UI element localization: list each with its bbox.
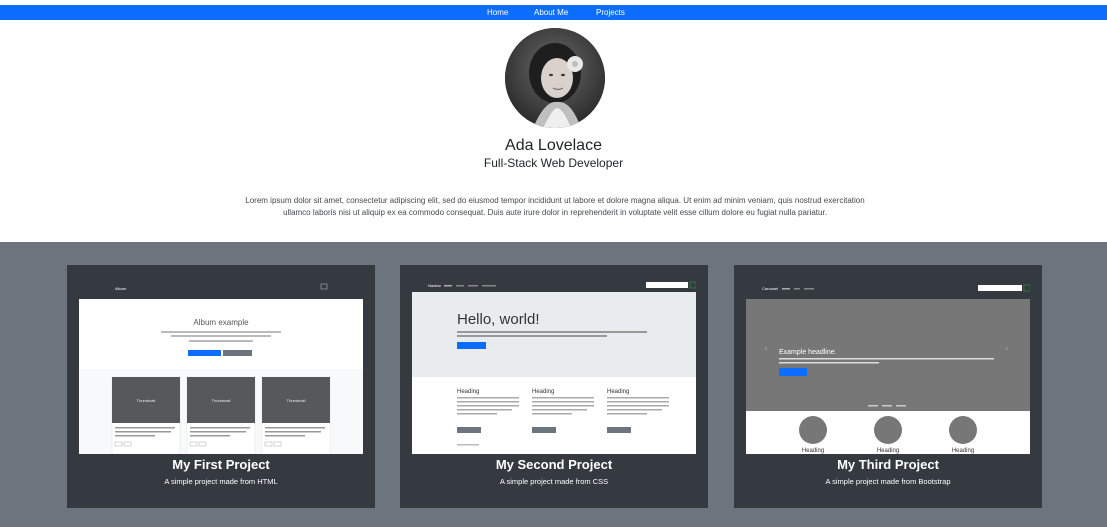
project-thumbnail-1: Album Album example Thumbnail Thumbnail … <box>79 277 363 454</box>
preview-thumbnail-label: Thumbnail <box>212 398 231 403</box>
preview-column-heading: Heading <box>457 389 479 395</box>
preview-thumbnail-label: Thumbnail <box>137 398 156 403</box>
preview-column-heading: Heading <box>802 448 824 454</box>
preview-brand: Album <box>115 286 127 291</box>
project-description: A simple project made from CSS <box>499 477 609 486</box>
project-card-2[interactable]: Navbar Hello, world! Heading Heading Hea… <box>400 265 708 508</box>
preview-column-heading: Heading <box>877 448 899 454</box>
preview-thumbnail-label: Thumbnail <box>287 398 306 403</box>
project-title: My First Project <box>172 457 270 472</box>
project-thumbnail-2: Navbar Hello, world! Heading Heading Hea… <box>412 277 696 454</box>
project-title: My Third Project <box>837 457 939 472</box>
profile-role: Full-Stack Web Developer <box>483 156 624 170</box>
nav-link-home[interactable]: Home <box>487 5 508 20</box>
project-card-1[interactable]: Album Album example Thumbnail Thumbnail … <box>67 265 375 508</box>
nav-link-about-me[interactable]: About Me <box>534 5 568 20</box>
preview-column-heading: Heading <box>532 389 554 395</box>
preview-brand: Navbar <box>428 283 442 288</box>
preview-column-heading: Heading <box>952 448 974 454</box>
profile-bio: Lorem ipsum dolor sit amet, consectetur … <box>245 196 865 217</box>
preview-heading: Album example <box>193 318 249 327</box>
projects-section: Album Album example Thumbnail Thumbnail … <box>0 242 1107 527</box>
project-description: A simple project made from HTML <box>164 477 278 486</box>
profile-avatar <box>505 28 605 128</box>
project-card-3[interactable]: Carousel Example headline. ‹ › Heading H… <box>734 265 1042 508</box>
svg-text:‹: ‹ <box>765 346 767 352</box>
preview-brand: Carousel <box>762 286 778 291</box>
svg-text:›: › <box>1006 346 1008 352</box>
nav-link-projects[interactable]: Projects <box>596 5 625 20</box>
top-navbar: Home About Me Projects <box>0 5 1107 20</box>
preview-heading: Hello, world! <box>457 311 540 328</box>
preview-heading: Example headline. <box>779 349 837 356</box>
project-description: A simple project made from Bootstrap <box>825 477 951 486</box>
project-title: My Second Project <box>495 457 613 472</box>
profile-name: Ada Lovelace <box>505 137 602 154</box>
preview-column-heading: Heading <box>607 389 629 395</box>
project-thumbnail-3: Carousel Example headline. ‹ › Heading H… <box>746 277 1030 454</box>
